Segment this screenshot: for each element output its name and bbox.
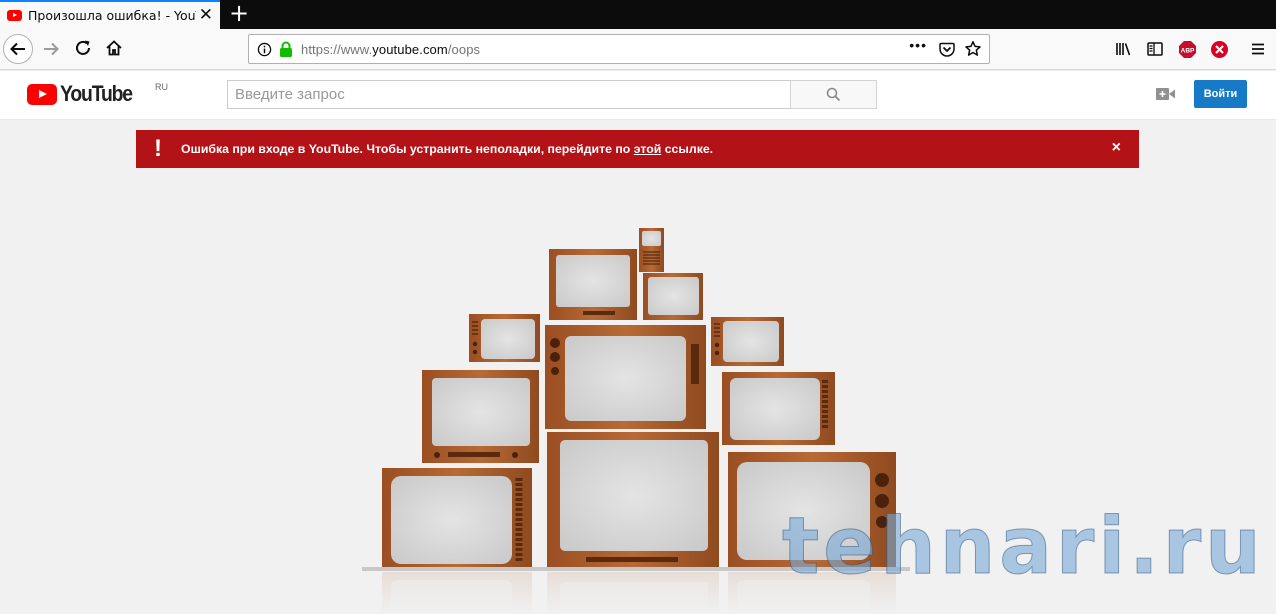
tv-set [422,370,539,463]
tv-set [549,249,637,320]
tv-set [722,372,835,445]
tv-set [382,468,532,569]
tv-set [469,314,540,362]
watermark-text: tehnari.ru [782,502,1265,592]
tv-set [711,317,784,366]
tv-set [545,325,706,429]
tv-set [639,228,664,272]
tv-set [547,432,719,570]
tv-set [643,273,703,320]
